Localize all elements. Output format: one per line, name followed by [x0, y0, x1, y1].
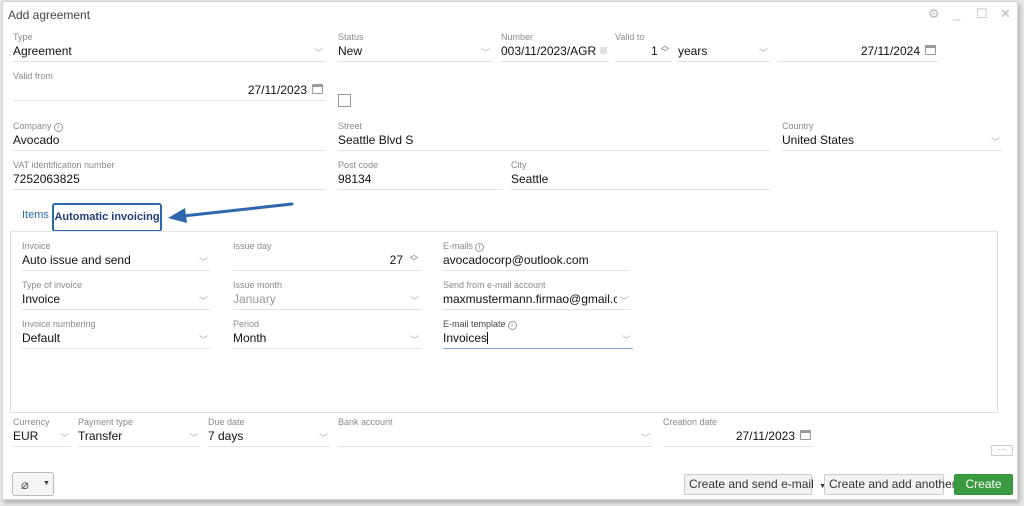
annotation-arrow — [168, 202, 294, 223]
issue-day-stepper[interactable]: Issue day 27 ︿ ﹀ — [233, 241, 421, 271]
dialog-title: Add agreement — [8, 8, 91, 22]
company-field[interactable]: Company i Avocado — [13, 121, 325, 151]
status-select[interactable]: Status New ﹀ — [338, 32, 492, 62]
chevron-down-icon: ﹀ — [59, 433, 69, 443]
attachment-button[interactable]: ⌀ ▼ — [12, 472, 54, 496]
calendar-icon[interactable] — [800, 430, 811, 440]
valid-to-date-field[interactable]: 27/11/2024 — [778, 32, 938, 62]
paperclip-icon: ⌀ — [21, 477, 29, 492]
minimize-icon[interactable]: _ — [953, 6, 960, 21]
street-field[interactable]: Street Seattle Blvd S — [338, 121, 770, 151]
chevron-down-icon: ﹀ — [619, 296, 629, 306]
creation-date-field[interactable]: Creation date 27/11/2023 — [663, 417, 813, 447]
chevron-down-icon: ﹀ — [480, 48, 490, 58]
type-select[interactable]: Type Agreement ﹀ — [13, 32, 325, 62]
checkbox[interactable] — [338, 94, 351, 107]
post-code-field[interactable]: Post code 98134 — [338, 160, 503, 190]
number-field[interactable]: Number 003/11/2023/AGR — [501, 32, 609, 62]
emails-field[interactable]: E-mails i avocadocorp@outlook.com — [443, 241, 629, 271]
tab-items[interactable]: Items — [22, 209, 49, 221]
stepper-arrows-icon[interactable]: ︿ ﹀ — [660, 42, 670, 57]
bank-account-select[interactable]: Bank account ﹀ — [338, 417, 652, 447]
chevron-down-icon: ﹀ — [198, 335, 208, 345]
info-icon: i — [53, 123, 63, 132]
automatic-invoicing-panel: Invoice Auto issue and send ﹀ Issue day … — [10, 231, 998, 413]
valid-to-amount-stepper[interactable]: Valid to 1 ︿ ﹀ — [615, 32, 672, 62]
info-icon: i — [507, 321, 517, 330]
valid-to-unit-select[interactable]: years ﹀ — [678, 32, 770, 62]
chevron-down-icon: ﹀ — [313, 48, 323, 58]
close-icon[interactable]: ✕ — [1000, 6, 1011, 22]
period-select[interactable]: Period Month ﹀ — [233, 319, 421, 349]
stepper-arrows-icon[interactable]: ︿ ﹀ — [409, 251, 419, 266]
chevron-down-icon: ﹀ — [318, 433, 328, 443]
type-of-invoice-select[interactable]: Type of invoice Invoice ﹀ — [22, 280, 210, 310]
add-agreement-dialog: Add agreement ⚙ _ ☐ ✕ Type Agreement ﹀ S… — [2, 1, 1018, 500]
create-button[interactable]: Create — [954, 474, 1013, 495]
chevron-down-icon: ﹀ — [198, 296, 208, 306]
city-field[interactable]: City Seattle — [511, 160, 770, 190]
email-template-select[interactable]: E-mail template i Invoices ﹀ — [443, 319, 633, 349]
tab-automatic-invoicing[interactable]: Automatic invoicing — [52, 203, 162, 232]
chevron-down-icon: ﹀ — [758, 48, 768, 58]
due-date-select[interactable]: Due date 7 days ﹀ — [208, 417, 330, 447]
more-options-button[interactable]: ··· — [991, 445, 1013, 456]
calendar-icon[interactable] — [312, 84, 323, 94]
chevron-down-icon: ﹀ — [198, 257, 208, 267]
chevron-down-icon: ﹀ — [621, 335, 631, 345]
chevron-down-icon: ﹀ — [409, 296, 419, 306]
invoice-select[interactable]: Invoice Auto issue and send ﹀ — [22, 241, 210, 271]
country-select[interactable]: Country United States ﹀ — [782, 121, 1002, 151]
caret-down-icon: ▼ — [43, 480, 50, 487]
lock-icon — [600, 47, 607, 54]
valid-from-date-field[interactable]: Valid from 27/11/2023 — [13, 71, 325, 101]
maximize-icon[interactable]: ☐ — [976, 6, 988, 22]
text-cursor — [487, 332, 489, 344]
chevron-down-icon: ﹀ — [640, 433, 650, 443]
invoice-numbering-select[interactable]: Invoice numbering Default ﹀ — [22, 319, 210, 349]
currency-select[interactable]: Currency EUR ﹀ — [13, 417, 71, 447]
info-icon: i — [475, 243, 485, 252]
issue-month-select[interactable]: Issue month January ﹀ — [233, 280, 421, 310]
settings-icon[interactable]: ⚙ — [928, 6, 940, 22]
chevron-down-icon: ﹀ — [188, 433, 198, 443]
create-and-add-another-button[interactable]: Create and add another — [824, 474, 956, 495]
payment-type-select[interactable]: Payment type Transfer ﹀ — [78, 417, 200, 447]
vat-field[interactable]: VAT identification number 7252063825 — [13, 160, 325, 190]
calendar-icon[interactable] — [925, 45, 936, 55]
chevron-down-icon: ﹀ — [409, 335, 419, 345]
create-and-send-email-button[interactable]: Create and send e-mail ▼ — [684, 474, 826, 495]
send-from-email-select[interactable]: Send from e-mail account maxmustermann.f… — [443, 280, 631, 310]
chevron-down-icon: ﹀ — [990, 137, 1000, 147]
